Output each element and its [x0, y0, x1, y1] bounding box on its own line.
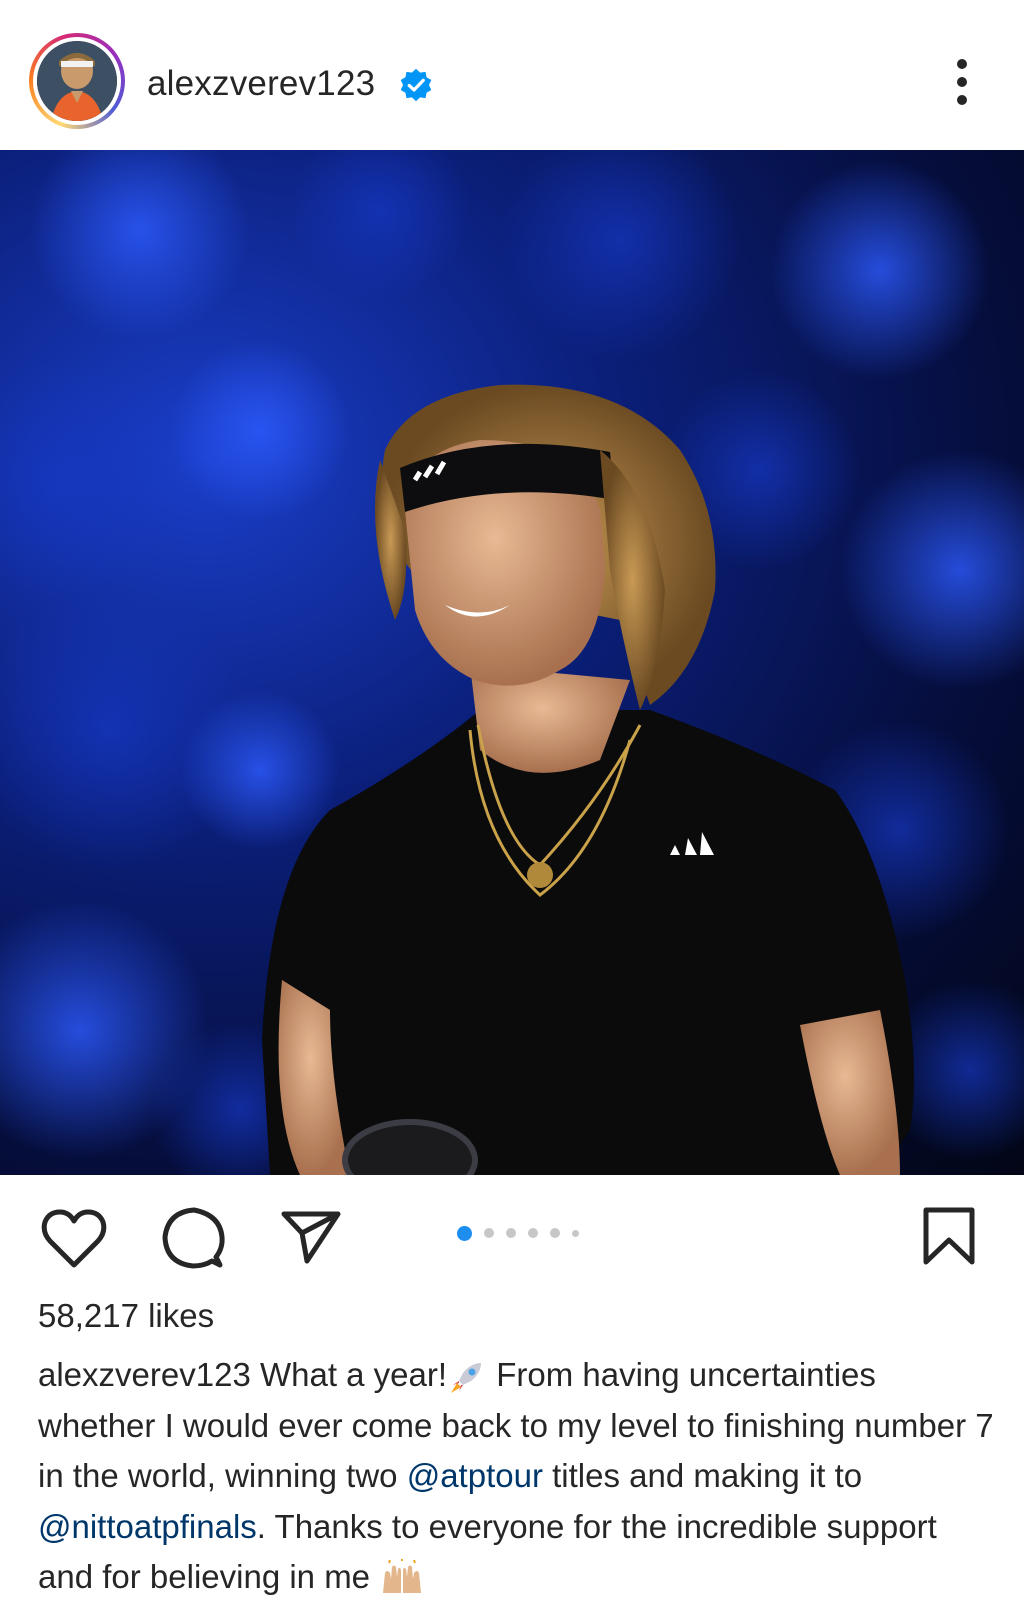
caption-text: What a year! [250, 1356, 448, 1393]
carousel-dot [550, 1228, 560, 1238]
comment-icon[interactable] [160, 1205, 226, 1271]
carousel-dot-active [457, 1225, 472, 1241]
bookmark-icon[interactable] [922, 1206, 976, 1266]
caption-text: titles and making it to [542, 1457, 863, 1494]
post-caption: alexzverev123 What a year! From having u… [38, 1350, 998, 1603]
heart-icon[interactable] [40, 1208, 108, 1270]
carousel-dot [528, 1228, 538, 1238]
carousel-dot [572, 1229, 579, 1237]
caption-username[interactable]: alexzverev123 [38, 1356, 251, 1393]
post-username[interactable]: alexzverev123 [147, 64, 375, 104]
send-icon[interactable] [280, 1209, 342, 1265]
more-vertical-icon[interactable] [948, 58, 976, 106]
post-header: alexzverev123 [0, 0, 1024, 150]
carousel-indicator [457, 1225, 591, 1241]
carousel-dot [484, 1228, 494, 1238]
likes-count[interactable]: 58,217 likes [38, 1297, 214, 1335]
rocket-icon [451, 1363, 482, 1394]
mention-link[interactable]: @atptour [407, 1457, 543, 1494]
avatar-image [37, 41, 117, 121]
post-photo[interactable] [0, 150, 1024, 1175]
verified-badge-icon [400, 68, 432, 102]
avatar[interactable] [37, 41, 117, 121]
raising-hands-icon [383, 1559, 422, 1594]
story-ring[interactable] [29, 33, 125, 129]
mention-link[interactable]: @nittoatpfinals [38, 1508, 257, 1545]
tennis-player-photo [0, 150, 1024, 1175]
carousel-dot [506, 1228, 516, 1238]
